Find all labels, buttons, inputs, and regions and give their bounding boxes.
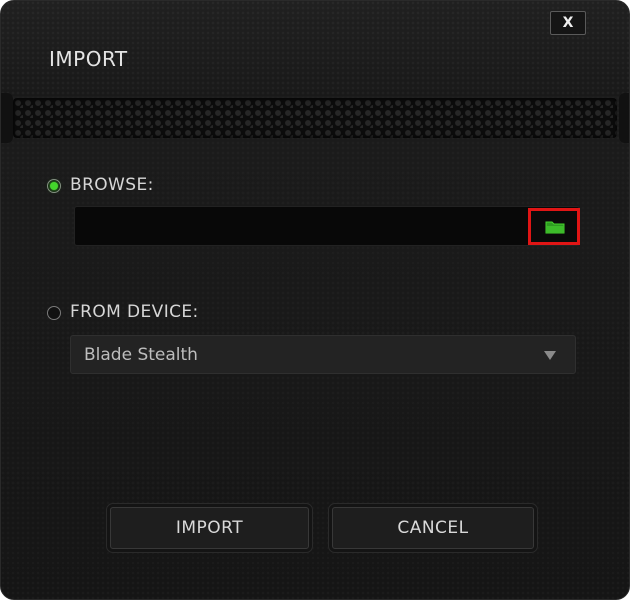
chevron-down-icon [544, 351, 556, 360]
close-button[interactable]: X [550, 11, 586, 35]
folder-icon [545, 221, 565, 234]
device-dropdown-value: Blade Stealth [84, 345, 198, 365]
from-device-label: FROM DEVICE: [70, 302, 199, 322]
import-dialog: IMPORT X BROWSE: FROM DEVICE: Blade Stea… [0, 0, 630, 600]
browse-radio[interactable] [47, 179, 61, 193]
from-device-radio[interactable] [47, 306, 61, 320]
dialog-title: IMPORT [49, 47, 128, 71]
browse-folder-button[interactable] [528, 208, 580, 245]
browse-label: BROWSE: [70, 175, 154, 195]
titlebar-notch-left [1, 93, 13, 143]
hex-pattern-divider [13, 98, 617, 138]
dialog-titlebar: IMPORT X [1, 1, 629, 96]
device-dropdown[interactable]: Blade Stealth [70, 335, 576, 374]
titlebar-notch-right [619, 93, 629, 143]
browse-path-input[interactable] [74, 206, 580, 246]
close-icon: X [562, 15, 574, 31]
cancel-button[interactable]: CANCEL [332, 507, 534, 549]
import-button[interactable]: IMPORT [110, 507, 309, 549]
